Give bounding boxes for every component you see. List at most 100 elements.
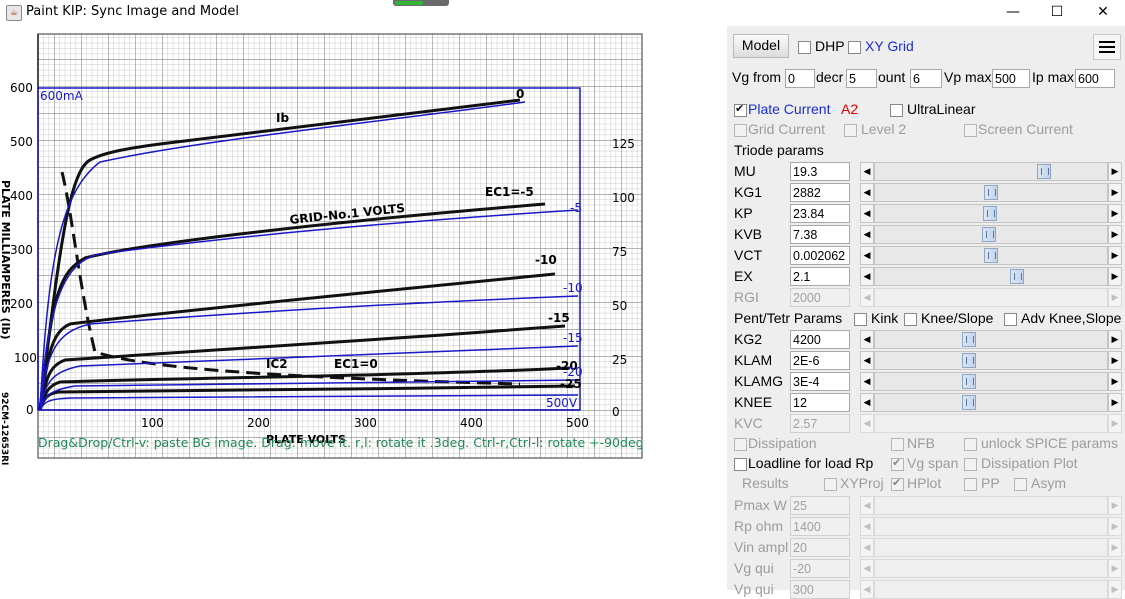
triode-ex-value-input[interactable]: 2.1 (790, 267, 850, 286)
plate-current-checkbox[interactable] (734, 102, 747, 117)
triode-rgi-value-input[interactable]: 2000 (790, 288, 850, 307)
adv-knee-slope-checkbox[interactable] (1004, 313, 1017, 326)
slider-track[interactable] (874, 559, 1108, 578)
triode-kg1-slider[interactable]: ◀ ▶ (860, 183, 1122, 202)
result-rp-ohm-value-input[interactable]: 1400 (790, 517, 850, 536)
xy-grid-checkbox[interactable] (848, 41, 861, 54)
slider-left-arrow-icon[interactable]: ◀ (860, 496, 874, 515)
slider-track[interactable] (874, 517, 1108, 536)
slider-left-arrow-icon[interactable]: ◀ (860, 414, 874, 433)
slider-left-arrow-icon[interactable]: ◀ (860, 330, 874, 349)
triode-rgi-slider[interactable]: ◀ ▶ (860, 288, 1122, 307)
slider-left-arrow-icon[interactable]: ◀ (860, 204, 874, 223)
asym-checkbox[interactable] (1014, 478, 1027, 491)
triode-kg1-value-input[interactable]: 2882 (790, 183, 850, 202)
triode-kp-value-input[interactable]: 23.84 (790, 204, 850, 223)
slider-right-arrow-icon[interactable]: ▶ (1108, 414, 1122, 433)
slider-left-arrow-icon[interactable]: ◀ (860, 517, 874, 536)
pent-kvc-slider[interactable]: ◀ ▶ (860, 414, 1122, 433)
vg-span-checkbox[interactable] (891, 456, 904, 471)
slider-right-arrow-icon[interactable]: ▶ (1108, 330, 1122, 349)
slider-track[interactable] (874, 162, 1108, 181)
dissipation-checkbox[interactable] (734, 438, 747, 451)
slider-right-arrow-icon[interactable]: ▶ (1108, 559, 1122, 578)
kink-checkbox[interactable] (854, 313, 867, 326)
result-pmax-w-slider[interactable]: ◀ ▶ (860, 496, 1122, 515)
dhp-checkbox[interactable] (798, 41, 811, 54)
result-pmax-w-value-input[interactable]: 25 (790, 496, 850, 515)
triode-kp-slider[interactable]: ◀ ▶ (860, 204, 1122, 223)
pent-kvc-value-input[interactable]: 2.57 (790, 414, 850, 433)
maximize-button[interactable]: ☐ (1034, 0, 1080, 26)
pent-klamg-value-input[interactable]: 3E-4 (790, 372, 850, 391)
pent-kg2-value-input[interactable]: 4200 (790, 330, 850, 349)
unlock-spice-checkbox[interactable] (964, 438, 977, 451)
pent-klamg-slider[interactable]: ◀ ▶ (860, 372, 1122, 391)
slider-thumb[interactable] (961, 332, 976, 347)
count-input[interactable]: 6 (910, 69, 942, 88)
slider-right-arrow-icon[interactable]: ▶ (1108, 538, 1122, 557)
slider-thumb[interactable] (981, 227, 996, 242)
triode-kvb-value-input[interactable]: 7.38 (790, 225, 850, 244)
slider-left-arrow-icon[interactable]: ◀ (860, 538, 874, 557)
hplot-checkbox[interactable] (891, 476, 904, 491)
slider-right-arrow-icon[interactable]: ▶ (1108, 183, 1122, 202)
pent-klam-value-input[interactable]: 2E-6 (790, 351, 850, 370)
result-vin-ampl-value-input[interactable]: 20 (790, 538, 850, 557)
slider-track[interactable] (874, 351, 1108, 370)
window-drag-handle[interactable] (393, 0, 449, 6)
slider-right-arrow-icon[interactable]: ▶ (1108, 372, 1122, 391)
slider-track[interactable] (874, 330, 1108, 349)
pent-knee-slider[interactable]: ◀ ▶ (860, 393, 1122, 412)
dissipation-plot-checkbox[interactable] (964, 458, 977, 471)
slider-left-arrow-icon[interactable]: ◀ (860, 183, 874, 202)
slider-left-arrow-icon[interactable]: ◀ (860, 559, 874, 578)
slider-track[interactable] (874, 372, 1108, 391)
slider-track[interactable] (874, 246, 1108, 265)
level-2-checkbox[interactable] (844, 124, 857, 137)
slider-track[interactable] (874, 183, 1108, 202)
slider-track[interactable] (874, 225, 1108, 244)
slider-right-arrow-icon[interactable]: ▶ (1108, 496, 1122, 515)
ultralinear-checkbox[interactable] (890, 104, 903, 117)
slider-left-arrow-icon[interactable]: ◀ (860, 288, 874, 307)
pent-klam-slider[interactable]: ◀ ▶ (860, 351, 1122, 370)
slider-thumb[interactable] (982, 206, 997, 221)
hamburger-menu-icon[interactable] (1093, 34, 1121, 60)
slider-left-arrow-icon[interactable]: ◀ (860, 225, 874, 244)
xyproj-checkbox[interactable] (824, 478, 837, 491)
vp-max-input[interactable]: 500 (992, 69, 1030, 88)
pent-kg2-slider[interactable]: ◀ ▶ (860, 330, 1122, 349)
triode-vct-value-input[interactable]: 0.002062 (790, 246, 850, 265)
slider-track[interactable] (874, 267, 1108, 286)
triode-ex-slider[interactable]: ◀ ▶ (860, 267, 1122, 286)
slider-track[interactable] (874, 414, 1108, 433)
slider-right-arrow-icon[interactable]: ▶ (1108, 288, 1122, 307)
triode-vct-slider[interactable]: ◀ ▶ (860, 246, 1122, 265)
slider-right-arrow-icon[interactable]: ▶ (1108, 225, 1122, 244)
slider-left-arrow-icon[interactable]: ◀ (860, 246, 874, 265)
slider-thumb[interactable] (961, 395, 976, 410)
slider-left-arrow-icon[interactable]: ◀ (860, 351, 874, 370)
triode-mu-value-input[interactable]: 19.3 (790, 162, 850, 181)
triode-kvb-slider[interactable]: ◀ ▶ (860, 225, 1122, 244)
loadline-checkbox[interactable] (734, 458, 747, 471)
slider-thumb[interactable] (961, 353, 976, 368)
slider-track[interactable] (874, 496, 1108, 515)
slider-right-arrow-icon[interactable]: ▶ (1108, 393, 1122, 412)
background-datasheet-image[interactable]: 600 500 400 300 200 100 0 100 200 300 40… (0, 32, 726, 472)
knee-slope-checkbox[interactable] (904, 313, 917, 326)
triode-mu-slider[interactable]: ◀ ▶ (860, 162, 1122, 181)
ip-max-input[interactable]: 600 (1075, 69, 1115, 88)
vg-from-input[interactable]: 0 (785, 69, 815, 88)
result-rp-ohm-slider[interactable]: ◀ ▶ (860, 517, 1122, 536)
slider-right-arrow-icon[interactable]: ▶ (1108, 204, 1122, 223)
slider-track[interactable] (874, 204, 1108, 223)
decr-input[interactable]: 5 (846, 69, 877, 88)
slider-thumb[interactable] (961, 374, 976, 389)
pent-knee-value-input[interactable]: 12 (790, 393, 850, 412)
slider-left-arrow-icon[interactable]: ◀ (860, 393, 874, 412)
slider-left-arrow-icon[interactable]: ◀ (860, 267, 874, 286)
close-button[interactable]: ✕ (1080, 0, 1125, 26)
slider-thumb[interactable] (984, 248, 998, 263)
